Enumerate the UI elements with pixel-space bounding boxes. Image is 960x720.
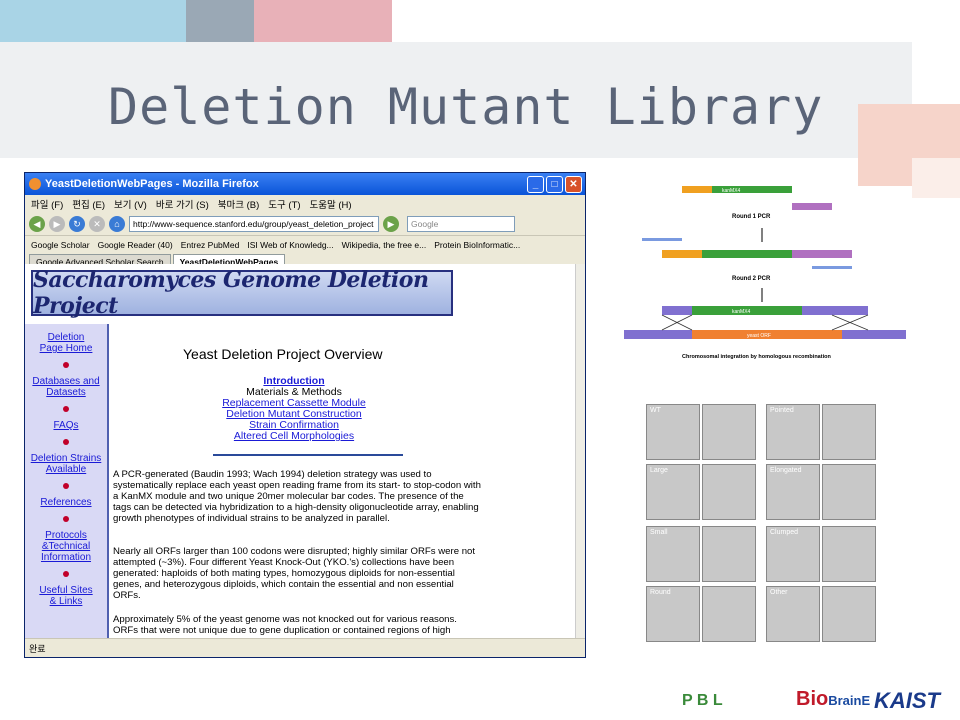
site-sidebar: Deletion Page Home Databases and Dataset… — [25, 324, 109, 638]
morph-cell — [822, 526, 876, 582]
sidebar-link-faqs[interactable]: FAQs — [25, 420, 107, 431]
bookmark-item[interactable]: Google Scholar — [31, 240, 90, 250]
bookmark-item[interactable]: Wikipedia, the free e... — [342, 240, 427, 250]
close-button[interactable]: ✕ — [565, 175, 582, 193]
site-banner: Saccharomyces Genome Deletion Project — [31, 267, 453, 319]
sidebar-link-strains[interactable]: Deletion Strains Available — [25, 453, 107, 475]
morph-cell — [702, 404, 756, 460]
sidebar-link-useful-sites[interactable]: Useful Sites & Links — [25, 585, 107, 607]
minimize-button[interactable]: _ — [527, 175, 544, 193]
window-titlebar: YeastDeletionWebPages - Mozilla Firefox … — [25, 173, 585, 195]
morph-cell — [702, 586, 756, 642]
page-heading: Yeast Deletion Project Overview — [183, 346, 383, 362]
reload-icon[interactable]: ↻ — [69, 216, 85, 232]
slide-title: Deletion Mutant Library — [108, 78, 824, 136]
morph-cell — [702, 464, 756, 520]
pbl-logo: P B L — [682, 692, 723, 709]
menu-bookmarks[interactable]: 북마크 (B) — [218, 197, 260, 211]
biobrain-logo: BioBrainE — [796, 688, 871, 710]
forward-icon[interactable]: ▶ — [49, 216, 65, 232]
window-title: YeastDeletionWebPages - Mozilla Firefox — [45, 178, 259, 190]
bullet-icon — [63, 406, 69, 412]
morph-cell: Elongated — [766, 464, 820, 520]
sidebar-link-references[interactable]: References — [25, 497, 107, 508]
bookmark-item[interactable]: Entrez PubMed — [181, 240, 240, 250]
paragraph: Approximately 5% of the yeast genome was… — [113, 614, 457, 636]
link-altered-morphologies[interactable]: Altered Cell Morphologies — [109, 431, 479, 442]
decor-block-peach-light — [912, 158, 960, 198]
pcr-deletion-diagram: kanMX4 Round 1 PCR Round 2 PCR kanMX4 ye… — [624, 186, 906, 360]
menu-tools[interactable]: 도구 (T) — [268, 197, 300, 211]
bullet-icon — [63, 516, 69, 522]
bullet-icon — [63, 362, 69, 368]
bookmark-item[interactable]: Google Reader (40) — [98, 240, 173, 250]
paragraph: Nearly all ORFs larger than 100 codons w… — [113, 546, 476, 601]
sidebar-link-home[interactable]: Deletion Page Home — [25, 332, 107, 354]
morph-cell: Pointed — [766, 404, 820, 460]
navigation-toolbar: ◀ ▶ ↻ ✕ ⌂ http://www-sequence.stanford.e… — [25, 213, 585, 235]
morph-cell: Round — [646, 586, 700, 642]
kaist-logo: KAIST — [874, 688, 940, 713]
bullet-icon — [63, 571, 69, 577]
menu-go[interactable]: 바로 가기 (S) — [156, 197, 209, 211]
menu-edit[interactable]: 편집 (E) — [72, 197, 105, 211]
firefox-icon — [29, 178, 41, 190]
morph-cell — [822, 586, 876, 642]
cell-morphology-grid: WT Pointed Large Elongated Small Clumped… — [646, 404, 876, 642]
bookmark-item[interactable]: ISI Web of Knowledg... — [247, 240, 333, 250]
overview-links: Introduction Materials & Methods Replace… — [109, 376, 479, 442]
menu-bar: 파일 (F) 편집 (E) 보기 (V) 바로 가기 (S) 북마크 (B) 도… — [25, 195, 585, 213]
kan-label-1: kanMX4 — [722, 188, 741, 194]
status-text: 완료 — [29, 644, 46, 654]
bookmarks-toolbar: Google Scholar Google Reader (40) Entrez… — [25, 235, 585, 253]
overview-section: Yeast Deletion Project Overview Introduc… — [109, 324, 575, 638]
web-page-content: Saccharomyces Genome Deletion Project De… — [25, 264, 575, 638]
logos: P B L BioBrainE KAIST — [678, 684, 958, 720]
divider — [213, 454, 403, 456]
round1-label: Round 1 PCR — [732, 214, 771, 220]
url-input[interactable]: http://www-sequence.stanford.edu/group/y… — [129, 216, 379, 232]
bullet-icon — [63, 439, 69, 445]
sidebar-link-protocols[interactable]: Protocols &Technical Information — [25, 530, 107, 563]
round2-label: Round 2 PCR — [732, 276, 771, 282]
morph-cell: Large — [646, 464, 700, 520]
morph-cell: Clumped — [766, 526, 820, 582]
status-bar: 완료 — [25, 638, 585, 657]
bullet-icon — [63, 483, 69, 489]
stop-icon[interactable]: ✕ — [89, 216, 105, 232]
morph-cell: Other — [766, 586, 820, 642]
orf-label: yeast ORF — [747, 333, 771, 339]
browser-window: YeastDeletionWebPages - Mozilla Firefox … — [24, 172, 586, 658]
back-icon[interactable]: ◀ — [29, 216, 45, 232]
bookmark-item[interactable]: Protein BioInformatic... — [434, 240, 520, 250]
maximize-button[interactable]: □ — [546, 175, 563, 193]
paragraph: A PCR-generated (Baudin 1993; Wach 1994)… — [113, 469, 481, 524]
morph-cell: Small — [646, 526, 700, 582]
morph-cell — [822, 404, 876, 460]
go-icon[interactable]: ▶ — [383, 216, 399, 232]
kan-label-2: kanMX4 — [732, 309, 751, 315]
vertical-scrollbar[interactable] — [575, 264, 585, 638]
morph-cell — [702, 526, 756, 582]
menu-help[interactable]: 도움말 (H) — [310, 197, 352, 211]
morph-cell — [822, 464, 876, 520]
sidebar-link-databases[interactable]: Databases and Datasets — [25, 376, 107, 398]
home-icon[interactable]: ⌂ — [109, 216, 125, 232]
morph-cell: WT — [646, 404, 700, 460]
search-input[interactable]: Google — [407, 216, 515, 232]
menu-view[interactable]: 보기 (V) — [114, 197, 147, 211]
diagram-caption: Chromosomal integration by homologous re… — [682, 354, 831, 360]
menu-file[interactable]: 파일 (F) — [31, 197, 63, 211]
